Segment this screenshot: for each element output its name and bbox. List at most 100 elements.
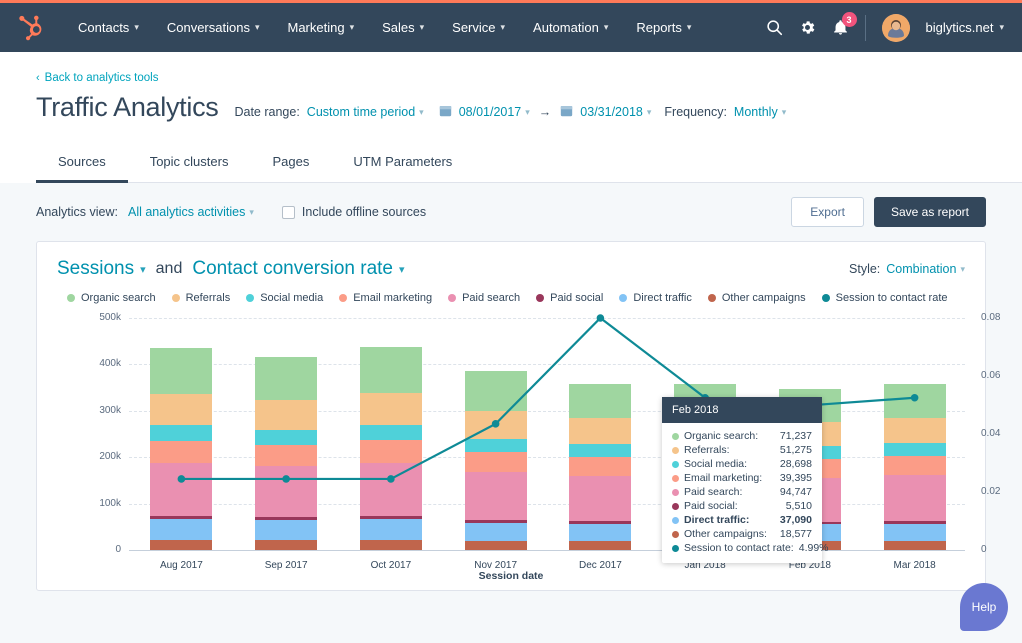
- legend-item[interactable]: Organic search: [67, 292, 156, 304]
- legend-label: Referrals: [186, 292, 231, 304]
- bar-column[interactable]: [150, 348, 212, 550]
- start-date-dropdown[interactable]: 08/01/2017 ▾: [459, 105, 530, 119]
- tooltip-row: Direct traffic:37,090: [672, 513, 812, 527]
- tooltip-row: Paid social:5,510: [672, 499, 812, 513]
- chevron-down-icon: ▾: [249, 207, 254, 218]
- tab-topic-clusters[interactable]: Topic clusters: [128, 145, 251, 183]
- chart-style-control: Style: Combination ▾: [849, 262, 965, 276]
- avatar[interactable]: [882, 14, 910, 42]
- tooltip-color-dot: [672, 545, 679, 552]
- nav-item-label: Marketing: [287, 20, 344, 35]
- legend-label: Direct traffic: [633, 292, 691, 304]
- chevron-down-icon: ▾: [420, 22, 425, 33]
- legend-item[interactable]: Other campaigns: [708, 292, 806, 304]
- help-button[interactable]: Help: [960, 583, 1008, 631]
- legend-item[interactable]: Referrals: [172, 292, 231, 304]
- page-title: Traffic Analytics: [36, 92, 218, 123]
- start-date-value: 08/01/2017: [459, 105, 522, 119]
- primary-metric-dropdown[interactable]: Sessions ▾: [57, 258, 146, 280]
- tab-utm-parameters[interactable]: UTM Parameters: [331, 145, 474, 183]
- bar-segment: [884, 456, 946, 475]
- checkbox-label: Include offline sources: [302, 205, 426, 219]
- legend-item[interactable]: Direct traffic: [619, 292, 691, 304]
- legend-item[interactable]: Paid search: [448, 292, 520, 304]
- bar-segment: [255, 445, 317, 466]
- nav-item-label: Conversations: [167, 20, 250, 35]
- bar-segment: [150, 540, 212, 550]
- bar-segment: [569, 418, 631, 443]
- style-dropdown[interactable]: Combination ▾: [886, 262, 965, 276]
- main-menu: Contacts ▾ Conversations ▾ Marketing ▾ S…: [64, 14, 705, 41]
- bar-segment: [150, 441, 212, 463]
- nav-item-automation[interactable]: Automation ▾: [519, 14, 622, 41]
- primary-metric-label: Sessions: [57, 258, 134, 280]
- analytics-view-dropdown[interactable]: All analytics activities ▾: [128, 205, 254, 219]
- tooltip-row-label: Paid social:: [684, 499, 781, 513]
- bar-column[interactable]: [465, 371, 527, 550]
- tooltip-title: Feb 2018: [662, 397, 822, 423]
- bar-segment: [465, 452, 527, 472]
- account-menu[interactable]: biglytics.net ▾: [926, 20, 1004, 35]
- bar-segment: [255, 430, 317, 445]
- y-axis-tick-left: 0: [75, 544, 121, 555]
- legend-label: Email marketing: [353, 292, 432, 304]
- tooltip-row-label: Referrals:: [684, 443, 775, 457]
- bar-segment: [360, 540, 422, 550]
- legend-color-dot: [822, 294, 830, 302]
- tooltip-row-value: 4.99%: [799, 541, 829, 555]
- bar-column[interactable]: [569, 384, 631, 550]
- toolbar-actions: Export Save as report: [791, 197, 986, 227]
- nav-item-marketing[interactable]: Marketing ▾: [273, 14, 368, 41]
- bar-segment: [465, 371, 527, 411]
- nav-item-contacts[interactable]: Contacts ▾: [64, 14, 153, 41]
- export-button[interactable]: Export: [791, 197, 864, 227]
- back-link-label: Back to analytics tools: [45, 72, 159, 84]
- end-date-value: 03/31/2018: [580, 105, 643, 119]
- bar-column[interactable]: [255, 357, 317, 550]
- tab-label: Topic clusters: [150, 154, 229, 169]
- nav-item-reports[interactable]: Reports ▾: [622, 14, 705, 41]
- bar-column[interactable]: [884, 384, 946, 550]
- bar-segment: [465, 541, 527, 550]
- chevron-down-icon: ▾: [501, 22, 506, 33]
- include-offline-sources-checkbox[interactable]: Include offline sources: [282, 205, 426, 219]
- chart-tooltip: Feb 2018 Organic search:71,237Referrals:…: [662, 397, 822, 563]
- legend-label: Session to contact rate: [836, 292, 948, 304]
- nav-item-conversations[interactable]: Conversations ▾: [153, 14, 274, 41]
- bar-segment: [569, 476, 631, 521]
- date-range-dropdown[interactable]: Custom time period ▾: [307, 105, 424, 119]
- secondary-metric-dropdown[interactable]: Contact conversion rate ▾: [192, 258, 404, 280]
- save-as-report-button[interactable]: Save as report: [874, 197, 986, 227]
- gridline: [129, 318, 965, 319]
- legend-color-dot: [448, 294, 456, 302]
- bar-segment: [569, 444, 631, 457]
- back-to-analytics-tools-link[interactable]: ‹ Back to analytics tools: [36, 72, 158, 84]
- hubspot-sprocket-icon[interactable]: [18, 14, 46, 42]
- gear-icon[interactable]: [799, 19, 816, 36]
- search-icon[interactable]: [766, 19, 783, 36]
- nav-item-sales[interactable]: Sales ▾: [368, 14, 438, 41]
- nav-item-service[interactable]: Service ▾: [438, 14, 519, 41]
- bar-segment: [465, 523, 527, 542]
- tab-sources[interactable]: Sources: [36, 145, 128, 183]
- bar-segment: [360, 440, 422, 462]
- top-navigation-bar: Contacts ▾ Conversations ▾ Marketing ▾ S…: [0, 0, 1022, 52]
- legend-item[interactable]: Paid social: [536, 292, 603, 304]
- bar-segment: [360, 463, 422, 516]
- bar-column[interactable]: [360, 347, 422, 550]
- tooltip-color-dot: [672, 517, 679, 524]
- bell-icon[interactable]: 3: [832, 19, 849, 36]
- tooltip-color-dot: [672, 461, 679, 468]
- checkbox-box: [282, 206, 295, 219]
- style-label: Style:: [849, 262, 880, 276]
- legend-item[interactable]: Email marketing: [339, 292, 432, 304]
- legend-item[interactable]: Social media: [246, 292, 323, 304]
- end-date-dropdown[interactable]: 03/31/2018 ▾: [580, 105, 651, 119]
- legend-item[interactable]: Session to contact rate: [822, 292, 948, 304]
- y-axis-tick-right: 0.04: [981, 428, 1022, 439]
- bar-segment: [569, 541, 631, 550]
- legend-label: Paid social: [550, 292, 603, 304]
- tab-pages[interactable]: Pages: [250, 145, 331, 183]
- frequency-dropdown[interactable]: Monthly ▾: [734, 105, 786, 119]
- tooltip-row: Social media:28,698: [672, 457, 812, 471]
